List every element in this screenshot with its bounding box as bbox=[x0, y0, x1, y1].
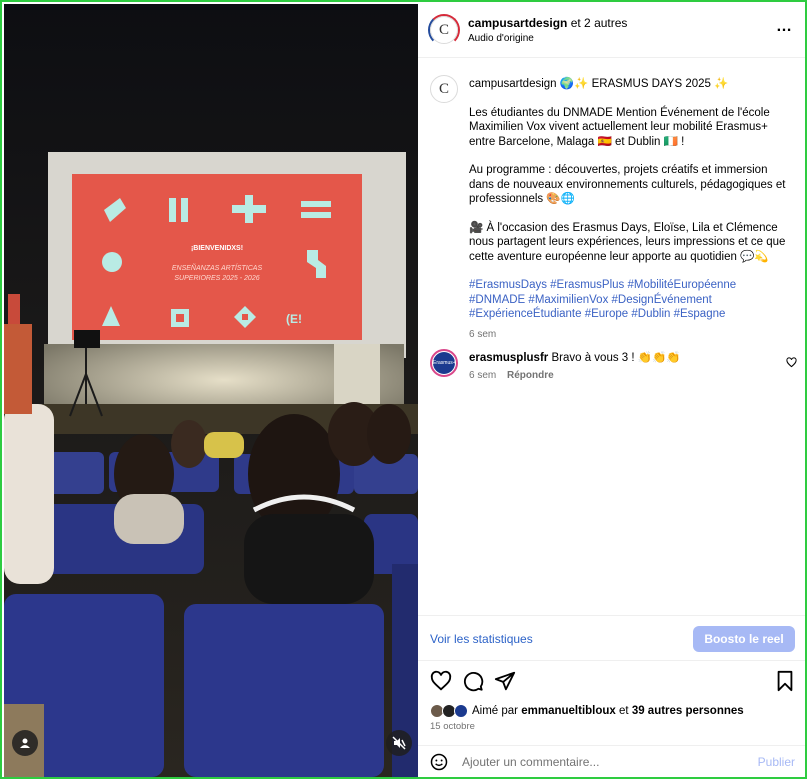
caption-paragraph-2: Au programme : découvertes, projets créa… bbox=[469, 164, 786, 205]
comment-item: Erasmus+ erasmusplusfr Bravo à vous 3 ! … bbox=[418, 347, 805, 387]
post-date: 15 octobre bbox=[430, 721, 475, 732]
comment-meta: 6 sem Répondre bbox=[469, 370, 554, 381]
comment-time: 6 sem bbox=[469, 370, 497, 381]
caption-paragraph-3: 🎥 À l'occasion des Erasmus Days, Eloïse,… bbox=[469, 221, 786, 263]
share-icon[interactable] bbox=[494, 670, 516, 692]
slide-line1: ENSEÑANZAS ARTÍSTICAS bbox=[172, 263, 263, 272]
likes-text: Aimé par emmanueltibloux et 39 autres pe… bbox=[472, 705, 744, 717]
commenter-username[interactable]: erasmusplusfr bbox=[469, 352, 548, 364]
video-scene: ¡BIENVENIDXS! ENSEÑANZAS ARTÍSTICAS SUPE… bbox=[4, 4, 418, 777]
post-header: C campusartdesign et 2 autres Audio d'or… bbox=[418, 4, 805, 58]
likes-line: Aimé par emmanueltibloux et 39 autres pe… bbox=[430, 704, 800, 720]
comment-text: Bravo à vous 3 ! 👏👏👏 bbox=[551, 352, 681, 364]
author-line: campusartdesign et 2 autres bbox=[468, 16, 627, 30]
caption-body: campusartdesign 🌍✨ ERASMUS DAYS 2025 ✨ L… bbox=[469, 77, 795, 342]
caption-title: 🌍✨ ERASMUS DAYS 2025 ✨ bbox=[559, 78, 729, 90]
reel-video[interactable]: ¡BIENVENIDXS! ENSEÑANZAS ARTÍSTICAS SUPE… bbox=[4, 4, 418, 777]
caption-hashtags[interactable]: #ErasmusDays #ErasmusPlus #MobilitéEurop… bbox=[469, 278, 795, 322]
comment-icon[interactable] bbox=[462, 670, 484, 692]
liker-username[interactable]: emmanueltibloux bbox=[521, 705, 616, 717]
app-frame: ¡BIENVENIDXS! ENSEÑANZAS ARTÍSTICAS SUPE… bbox=[0, 0, 807, 779]
emoji-icon[interactable] bbox=[430, 753, 448, 771]
caption-time: 6 sem bbox=[469, 328, 497, 340]
tagged-users-button[interactable] bbox=[12, 730, 38, 756]
mute-button[interactable] bbox=[386, 730, 412, 756]
muted-speaker-icon bbox=[392, 736, 406, 750]
add-comment-bar: Publier bbox=[418, 745, 805, 777]
publish-button[interactable]: Publier bbox=[758, 755, 795, 769]
liker-avatar-3[interactable] bbox=[454, 704, 468, 718]
caption-avatar[interactable]: C bbox=[430, 75, 458, 103]
likes-others[interactable]: 39 autres personnes bbox=[632, 705, 744, 717]
author-username[interactable]: campusartdesign bbox=[468, 16, 567, 30]
caption-username[interactable]: campusartdesign bbox=[469, 78, 557, 90]
boost-reel-button[interactable]: Boosto le reel bbox=[693, 626, 795, 652]
coauthors[interactable]: et 2 autres bbox=[571, 16, 628, 30]
heart-icon[interactable] bbox=[430, 670, 452, 692]
caption-title-line: campusartdesign 🌍✨ ERASMUS DAYS 2025 ✨ bbox=[469, 77, 795, 92]
comment-input[interactable] bbox=[462, 752, 732, 772]
comment-heart-icon[interactable] bbox=[786, 357, 797, 368]
caption-paragraph-1: Les étudiantes du DNMADE Mention Événeme… bbox=[469, 106, 770, 148]
slide-line2: SUPERIORES 2025 - 2026 bbox=[174, 275, 259, 282]
post-panel: C campusartdesign et 2 autres Audio d'or… bbox=[418, 4, 805, 777]
reply-button[interactable]: Répondre bbox=[507, 370, 554, 381]
user-icon bbox=[20, 738, 30, 748]
commenter-avatar-label: Erasmus+ bbox=[433, 352, 456, 374]
slide-welcome: ¡BIENVENIDXS! bbox=[191, 245, 243, 252]
commenter-avatar[interactable]: Erasmus+ bbox=[430, 349, 458, 377]
likes-prefix: Aimé par bbox=[472, 705, 519, 717]
bookmark-icon[interactable] bbox=[775, 670, 795, 692]
insights-bar: Voir les statistiques Boosto le reel bbox=[418, 615, 805, 661]
view-insights-link[interactable]: Voir les statistiques bbox=[430, 632, 533, 646]
likes-and: et bbox=[619, 705, 629, 717]
slide-logo: (E! bbox=[286, 312, 302, 326]
author-avatar[interactable]: C bbox=[430, 16, 458, 44]
more-icon[interactable]: … bbox=[776, 18, 793, 36]
action-bar bbox=[418, 668, 805, 696]
comment-text-line: erasmusplusfr Bravo à vous 3 ! 👏👏👏 bbox=[469, 350, 681, 364]
audio-label[interactable]: Audio d'origine bbox=[468, 33, 534, 44]
